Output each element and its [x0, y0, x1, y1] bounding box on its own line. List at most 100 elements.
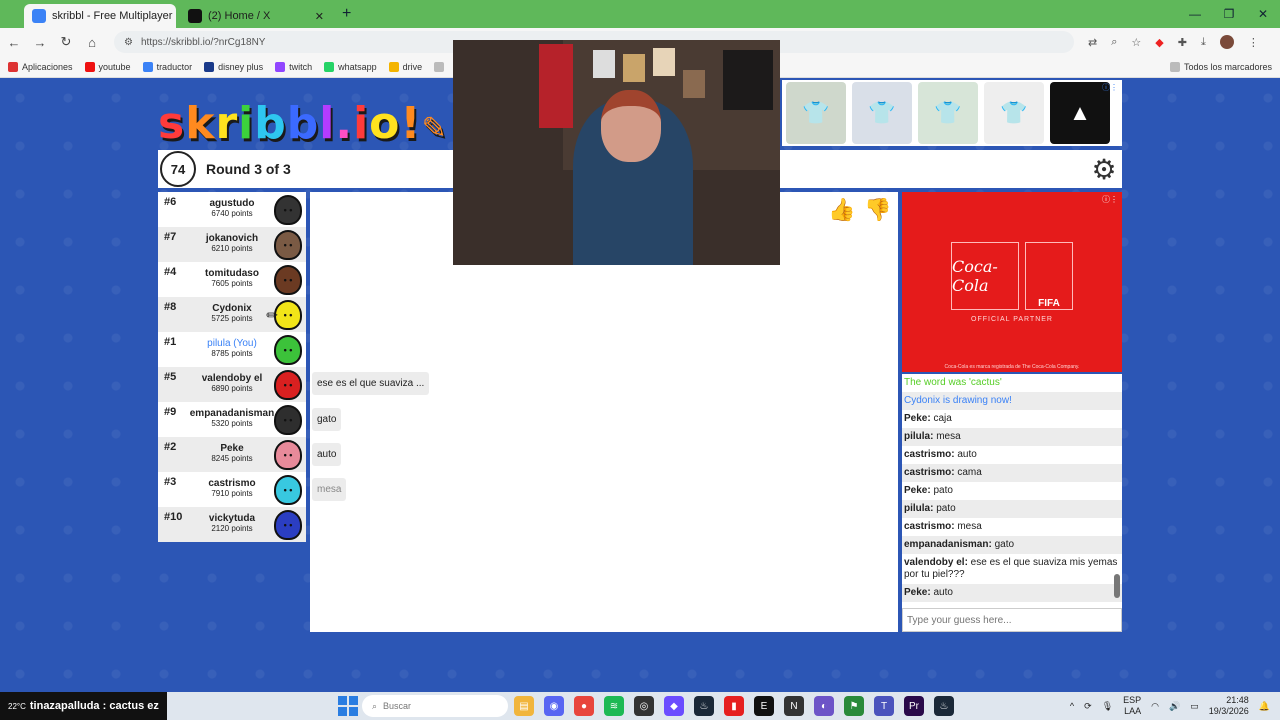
- date-text: 19/3/2026: [1208, 706, 1249, 716]
- product-image[interactable]: 👕: [786, 82, 846, 144]
- chat-message: castrismo: auto: [902, 446, 1122, 464]
- player-rank: #8: [164, 301, 177, 313]
- bookmark-folder[interactable]: [434, 61, 445, 72]
- ad-banner-products[interactable]: 👕 👕 👕 👕 ▲ ⓘ⋮: [782, 80, 1122, 146]
- player-score: 6740 points: [211, 209, 253, 218]
- back-icon[interactable]: ←: [2, 35, 26, 50]
- battery-icon[interactable]: ▭: [1190, 701, 1199, 712]
- steam-icon[interactable]: ♨: [934, 696, 954, 716]
- system-tray: ^ ⟳ 🎙 ESP LAA ◠ 🔊 ▭ 21:48 19/3/2026 🔔: [1070, 692, 1270, 720]
- reload-icon[interactable]: ↻: [54, 34, 78, 50]
- sync-icon[interactable]: ⟳: [1084, 701, 1092, 712]
- maximize-icon[interactable]: ❐: [1212, 0, 1246, 28]
- player-row[interactable]: #5 valendoby el 6890 points • •: [158, 367, 306, 402]
- new-tab-button[interactable]: +: [342, 5, 351, 23]
- minimize-icon[interactable]: —: [1178, 0, 1212, 28]
- bookmark-whatsapp[interactable]: whatsapp: [324, 61, 377, 72]
- player-row[interactable]: #8 Cydonix 5725 points • • ✏: [158, 297, 306, 332]
- player-row[interactable]: #4 tomitudaso 7605 points • •: [158, 262, 306, 297]
- player-row[interactable]: #9 empanadanisman 5320 points • •: [158, 402, 306, 437]
- extension-icon[interactable]: ◆: [1155, 36, 1163, 49]
- whatsapp-icon: [324, 61, 335, 72]
- app-icon[interactable]: ▮: [724, 696, 744, 716]
- close-tab-icon[interactable]: ✕: [315, 10, 324, 23]
- download-icon[interactable]: ⤓: [1201, 36, 1206, 49]
- product-image[interactable]: 👕: [984, 82, 1044, 144]
- ad-info-icon[interactable]: ⓘ⋮: [1102, 194, 1118, 205]
- thumbs-up-icon[interactable]: 👍: [826, 194, 858, 226]
- bookmark-disney[interactable]: disney plus: [204, 61, 263, 72]
- language-indicator[interactable]: ESP LAA: [1123, 695, 1141, 717]
- player-row[interactable]: #1 pilula (You) 8785 points • •: [158, 332, 306, 367]
- guess-bubble: mesa: [312, 478, 347, 501]
- coca-cola-ad[interactable]: Coca-Cola FIFA OFFICIAL PARTNER Coca-Col…: [902, 192, 1122, 372]
- obs-icon[interactable]: ◎: [634, 696, 654, 716]
- system-clock[interactable]: 21:48 19/3/2026: [1209, 695, 1249, 717]
- spotify-icon[interactable]: ≋: [604, 696, 624, 716]
- player-name: Peke: [220, 443, 244, 454]
- player-name: empanadanisman: [189, 408, 275, 419]
- chat-text: auto: [930, 587, 953, 598]
- premiere-icon[interactable]: Pr: [904, 696, 924, 716]
- profile-avatar[interactable]: [1219, 35, 1234, 49]
- file-explorer-icon[interactable]: ▤: [514, 696, 534, 716]
- app-icon[interactable]: ⚑: [844, 696, 864, 716]
- wifi-icon[interactable]: ◠: [1151, 701, 1159, 712]
- forward-icon[interactable]: →: [28, 35, 52, 50]
- settings-gear-icon[interactable]: ⚙: [1088, 153, 1120, 185]
- star-icon[interactable]: ☆: [1131, 36, 1141, 49]
- bookmark-twitch[interactable]: twitch: [275, 61, 312, 72]
- chat-message: castrismo: mesa: [902, 518, 1122, 536]
- volume-icon[interactable]: 🔊: [1169, 701, 1180, 712]
- player-row[interactable]: #10 vickytuda 2120 points • •: [158, 507, 306, 542]
- ad-info-icon[interactable]: ⓘ⋮: [1102, 82, 1118, 93]
- zoom-icon[interactable]: ⌕: [1111, 36, 1117, 49]
- menu-icon[interactable]: ⋮: [1248, 36, 1259, 49]
- steam-icon[interactable]: ♨: [694, 696, 714, 716]
- close-window-icon[interactable]: ✕: [1246, 0, 1280, 28]
- player-score: 7910 points: [211, 489, 253, 498]
- mic-icon[interactable]: 🎙: [1102, 701, 1113, 712]
- bookmark-label: traductor: [156, 61, 193, 72]
- epic-games-icon[interactable]: E: [754, 696, 774, 716]
- thumbs-down-icon[interactable]: 👎: [862, 194, 894, 226]
- player-row[interactable]: #2 Peke 8245 points • •: [158, 437, 306, 472]
- puzzle-icon[interactable]: ✚: [1178, 36, 1187, 49]
- tab-x[interactable]: (2) Home / X ✕: [180, 4, 332, 28]
- windows-start-icon[interactable]: [338, 696, 358, 716]
- player-row[interactable]: #3 castrismo 7910 points • •: [158, 472, 306, 507]
- tab-skribbl[interactable]: skribbl - Free Multiplayer Drawi ✕: [24, 4, 176, 28]
- notion-icon[interactable]: N: [784, 696, 804, 716]
- bookmark-drive[interactable]: drive: [388, 61, 422, 72]
- app-icon[interactable]: ◐: [814, 696, 834, 716]
- bookmark-youtube[interactable]: youtube: [84, 61, 131, 72]
- chat-scrollbar[interactable]: [1114, 374, 1120, 608]
- player-name: agustudo: [209, 198, 255, 209]
- app-icon[interactable]: ◆: [664, 696, 684, 716]
- skribbl-favicon-icon: [32, 9, 46, 23]
- player-rank: #7: [164, 231, 177, 243]
- taskbar-search[interactable]: ⌕ Buscar: [362, 695, 508, 717]
- brand-tree-logo[interactable]: ▲: [1050, 82, 1110, 144]
- fifa-logo: FIFA: [1025, 241, 1073, 310]
- all-bookmarks[interactable]: Todos los marcadores: [1169, 61, 1272, 72]
- partner-text: FIFA: [1038, 297, 1060, 309]
- guess-input[interactable]: [902, 608, 1122, 632]
- folder-icon: [1169, 61, 1180, 72]
- scrollbar-thumb[interactable]: [1114, 574, 1120, 598]
- ad-tagline: OFFICIAL PARTNER: [971, 315, 1053, 323]
- player-row[interactable]: #7 jokanovich 6210 points • •: [158, 227, 306, 262]
- player-row[interactable]: #6 agustudo 6740 points • •: [158, 192, 306, 227]
- discord-icon[interactable]: ◉: [544, 696, 564, 716]
- chevron-up-icon[interactable]: ^: [1070, 701, 1074, 711]
- teams-icon[interactable]: T: [874, 696, 894, 716]
- site-info-icon[interactable]: ⚙: [124, 37, 133, 48]
- home-icon[interactable]: ⌂: [80, 35, 104, 50]
- product-image[interactable]: 👕: [918, 82, 978, 144]
- chrome-icon[interactable]: ●: [574, 696, 594, 716]
- notification-icon[interactable]: 🔔: [1259, 701, 1270, 712]
- product-image[interactable]: 👕: [852, 82, 912, 144]
- bookmark-apps[interactable]: Aplicaciones: [8, 61, 73, 72]
- bookmark-traductor[interactable]: traductor: [142, 61, 193, 72]
- translate-icon[interactable]: ⇄: [1088, 36, 1097, 49]
